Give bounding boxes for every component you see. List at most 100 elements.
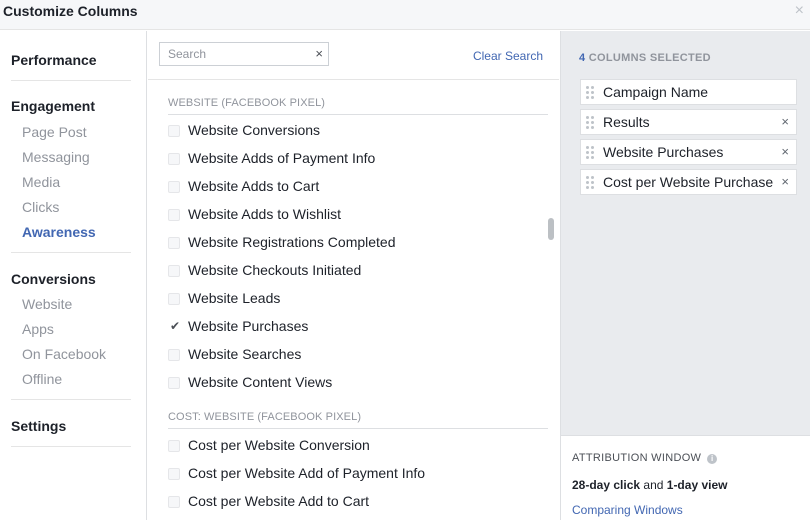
checkbox[interactable] xyxy=(168,496,180,508)
sidebar-item-website[interactable]: Website xyxy=(22,296,72,312)
column-option-label: Website Content Views xyxy=(188,374,333,390)
close-icon[interactable]: × xyxy=(795,3,804,19)
sidebar-divider xyxy=(11,446,131,447)
attribution-view-window: 1-day view xyxy=(666,478,728,492)
info-icon[interactable]: i xyxy=(707,454,718,464)
sidebar-item-media[interactable]: Media xyxy=(22,174,60,190)
section-divider xyxy=(168,114,548,115)
sidebar-divider xyxy=(11,399,131,400)
checkbox[interactable] xyxy=(168,293,180,305)
checkbox[interactable] xyxy=(168,440,180,452)
column-option-website-conversions[interactable]: Website Conversions xyxy=(168,122,538,142)
sidebar-heading-performance[interactable]: Performance xyxy=(11,52,97,68)
column-option-cost-per-payment-info[interactable]: Cost per Website Add of Payment Info xyxy=(168,465,538,485)
attribution-window-title: ATTRIBUTION WINDOW i xyxy=(572,452,718,464)
column-option-label: Cost per Website Add to Cart xyxy=(188,493,370,509)
section-divider xyxy=(168,428,548,429)
selected-column-cost-per-website-purchase[interactable]: Cost per Website Purchase × xyxy=(580,169,797,195)
sidebar-item-on-facebook[interactable]: On Facebook xyxy=(22,346,106,362)
column-option-website-adds-to-cart[interactable]: Website Adds to Cart xyxy=(168,178,538,198)
selected-column-campaign-name[interactable]: Campaign Name xyxy=(580,79,797,105)
selected-column-label: Cost per Website Purchase xyxy=(603,174,774,190)
attribution-window-description: 28-day click and 1-day view xyxy=(572,478,727,492)
sidebar-item-messaging[interactable]: Messaging xyxy=(22,149,90,165)
drag-handle-icon[interactable] xyxy=(586,86,596,100)
search-input[interactable] xyxy=(160,43,305,65)
checkbox[interactable] xyxy=(168,265,180,277)
column-option-website-leads[interactable]: Website Leads xyxy=(168,290,538,310)
attribution-title-text: ATTRIBUTION WINDOW xyxy=(572,452,702,464)
scrollbar-thumb[interactable] xyxy=(548,218,554,240)
dialog-title: Customize Columns xyxy=(3,3,138,19)
checkbox[interactable] xyxy=(168,377,180,389)
sidebar-item-page-post[interactable]: Page Post xyxy=(22,124,87,140)
sidebar-divider xyxy=(11,252,131,253)
drag-handle-icon[interactable] xyxy=(586,116,596,130)
column-list-panel: × Clear Search WEBSITE (FACEBOOK PIXEL) … xyxy=(148,31,559,520)
drag-handle-icon[interactable] xyxy=(586,146,596,160)
column-option-label: Website Checkouts Initiated xyxy=(188,262,362,278)
search-divider xyxy=(148,79,559,80)
section-label-cost-website-pixel: COST: WEBSITE (FACEBOOK PIXEL) xyxy=(168,411,362,423)
checkbox[interactable] xyxy=(168,153,180,165)
dialog-titlebar: Customize Columns × xyxy=(0,0,810,30)
column-option-label: Website Purchases xyxy=(188,318,309,334)
column-option-label: Cost per Website Add of Payment Info xyxy=(188,465,426,481)
remove-column-icon[interactable]: × xyxy=(781,175,789,189)
clear-search-icon[interactable]: × xyxy=(315,46,323,62)
selected-column-results[interactable]: Results × xyxy=(580,109,797,135)
sidebar-item-offline[interactable]: Offline xyxy=(22,371,62,387)
selected-column-label: Campaign Name xyxy=(603,84,709,100)
selected-column-website-purchases[interactable]: Website Purchases × xyxy=(580,139,797,165)
selected-column-label: Results xyxy=(603,114,650,130)
selected-count-label: COLUMNS SELECTED xyxy=(588,52,711,64)
column-option-cost-per-website-conversion[interactable]: Cost per Website Conversion xyxy=(168,437,538,457)
sidebar-item-clicks[interactable]: Clicks xyxy=(22,199,59,215)
clear-search-link[interactable]: Clear Search xyxy=(473,49,543,63)
attribution-joiner: and xyxy=(643,478,664,492)
column-option-website-checkouts[interactable]: Website Checkouts Initiated xyxy=(168,262,538,282)
attribution-click-window: 28-day click xyxy=(572,478,641,492)
search-box: × xyxy=(159,42,329,66)
remove-column-icon[interactable]: × xyxy=(781,115,789,129)
column-option-website-searches[interactable]: Website Searches xyxy=(168,346,538,366)
checkbox[interactable] xyxy=(168,468,180,480)
column-option-website-content-views[interactable]: Website Content Views xyxy=(168,374,538,394)
column-option-label: Website Adds to Wishlist xyxy=(188,206,342,222)
remove-column-icon[interactable]: × xyxy=(781,145,789,159)
sidebar-heading-engagement[interactable]: Engagement xyxy=(11,98,95,114)
selected-count-number: 4 xyxy=(579,52,586,64)
column-option-website-adds-payment-info[interactable]: Website Adds of Payment Info xyxy=(168,150,538,170)
selected-column-label: Website Purchases xyxy=(603,144,724,160)
checkmark-icon: ✔ xyxy=(170,319,181,333)
attribution-window-box: ATTRIBUTION WINDOW i 28-day click and 1-d… xyxy=(561,435,810,520)
column-option-label: Website Adds to Cart xyxy=(188,178,320,194)
column-option-cost-per-add-to-cart[interactable]: Cost per Website Add to Cart xyxy=(168,493,538,513)
checkbox[interactable] xyxy=(168,237,180,249)
column-option-label: Website Registrations Completed xyxy=(188,234,396,250)
columns-selected-count: 4 COLUMNS SELECTED xyxy=(579,52,711,64)
drag-handle-icon[interactable] xyxy=(586,176,596,190)
column-option-label: Website Conversions xyxy=(188,122,321,138)
comparing-windows-link[interactable]: Comparing Windows xyxy=(572,503,683,517)
checkbox[interactable] xyxy=(168,209,180,221)
column-option-label: Cost per Website Conversion xyxy=(188,437,370,453)
column-option-website-adds-to-wishlist[interactable]: Website Adds to Wishlist xyxy=(168,206,538,226)
column-option-website-registrations[interactable]: Website Registrations Completed xyxy=(168,234,538,254)
category-sidebar: Performance Engagement Page Post Messagi… xyxy=(0,31,147,520)
column-option-website-purchases[interactable]: ✔ Website Purchases xyxy=(168,318,538,338)
column-option-label: Website Adds of Payment Info xyxy=(188,150,376,166)
sidebar-heading-settings[interactable]: Settings xyxy=(11,418,66,434)
sidebar-heading-conversions[interactable]: Conversions xyxy=(11,271,96,287)
checkbox[interactable] xyxy=(168,349,180,361)
sidebar-item-awareness[interactable]: Awareness xyxy=(22,224,96,240)
column-option-label: Website Leads xyxy=(188,290,281,306)
checkbox-checked[interactable]: ✔ xyxy=(168,319,181,333)
checkbox[interactable] xyxy=(168,181,180,193)
sidebar-divider xyxy=(11,80,131,81)
column-option-label: Website Searches xyxy=(188,346,302,362)
selected-columns-panel: 4 COLUMNS SELECTED Campaign Name Results… xyxy=(560,31,810,520)
section-label-website-pixel: WEBSITE (FACEBOOK PIXEL) xyxy=(168,97,326,109)
sidebar-item-apps[interactable]: Apps xyxy=(22,321,54,337)
checkbox[interactable] xyxy=(168,125,180,137)
